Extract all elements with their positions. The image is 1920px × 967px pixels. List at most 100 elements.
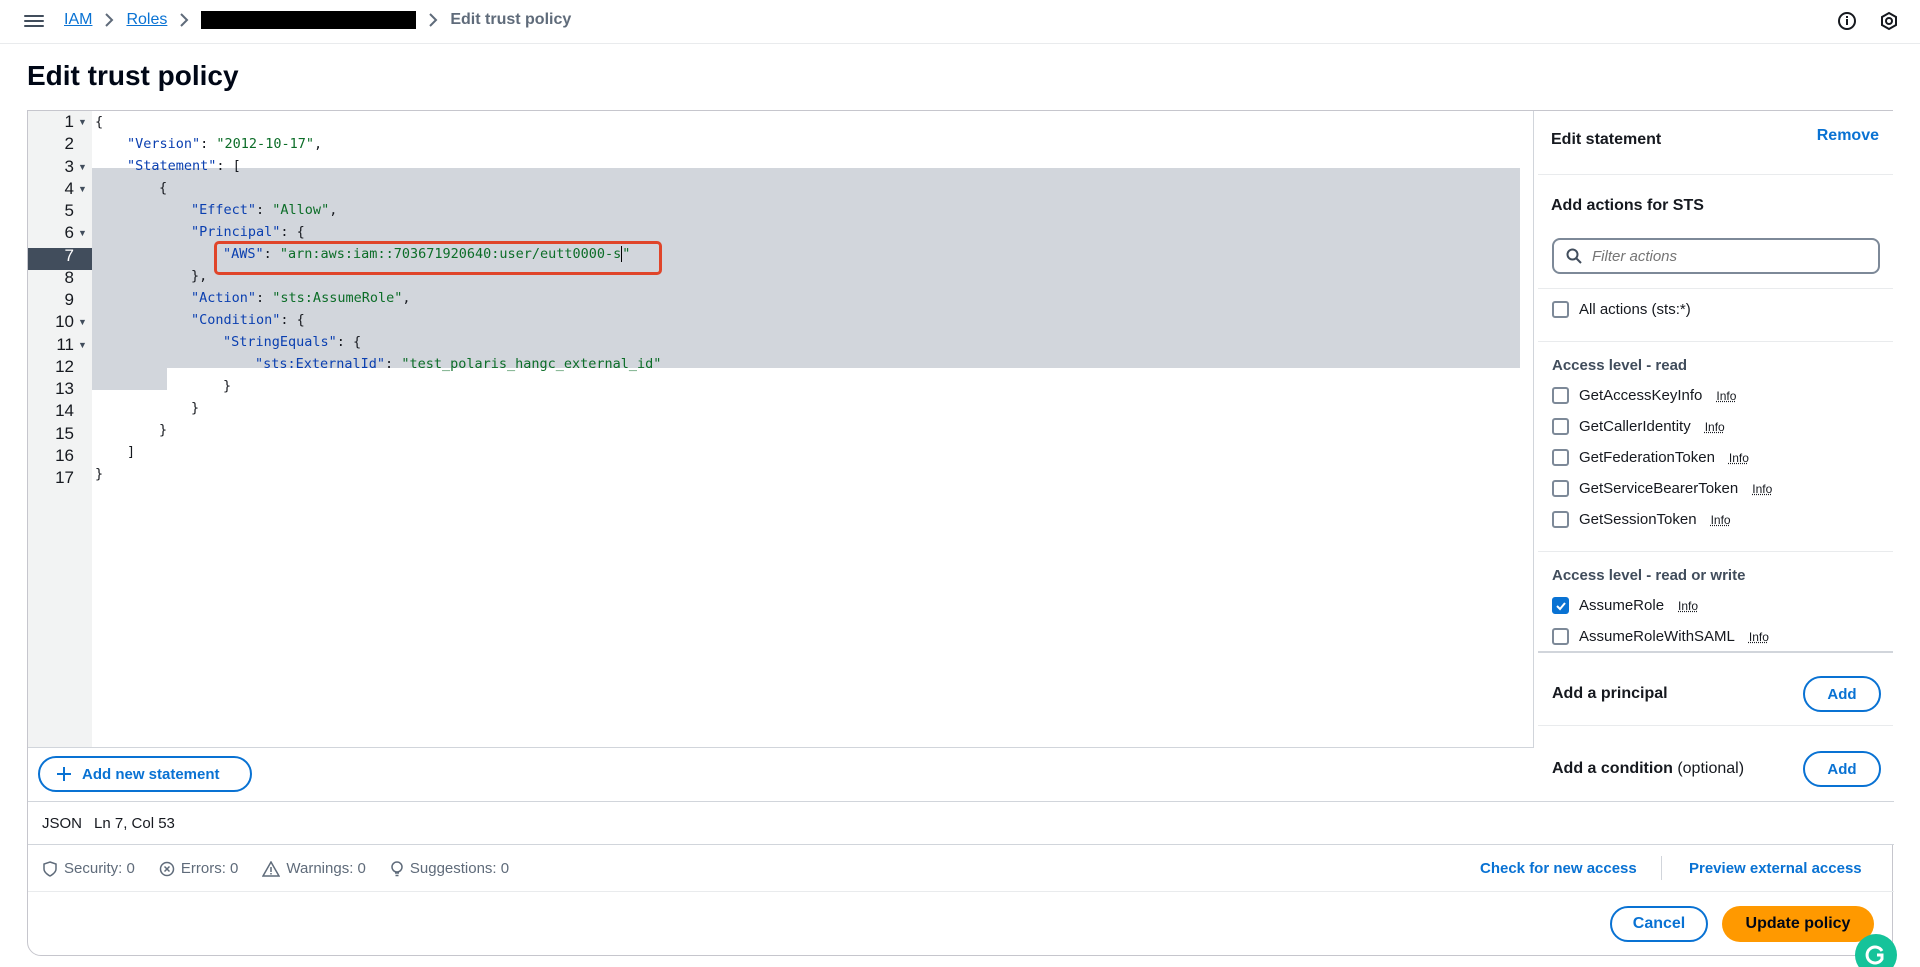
fold-toggle-icon[interactable]: ▼ (78, 178, 87, 200)
line-number: 5 (28, 200, 74, 222)
line-number: 6 (28, 222, 74, 244)
breadcrumb-role-redacted[interactable] (201, 11, 416, 29)
fold-toggle-icon[interactable]: ▼ (78, 222, 87, 244)
page-title: Edit trust policy (27, 60, 239, 92)
action-option[interactable]: GetFederationToken Info (1552, 449, 1749, 466)
menu-icon[interactable] (24, 12, 44, 30)
cursor-position: Ln 7, Col 53 (94, 815, 175, 832)
line-number: 16 (28, 445, 74, 467)
selection-highlight (92, 368, 167, 390)
line-number: 9 (28, 289, 74, 311)
action-label: GetFederationToken (1579, 449, 1715, 466)
line-number: 10 (28, 311, 74, 333)
action-option[interactable]: AssumeRoleWithSAML Info (1552, 628, 1769, 645)
action-label: GetCallerIdentity (1579, 418, 1691, 435)
edit-statement-panel: Edit statement Remove Add actions for ST… (1538, 111, 1893, 801)
editor-gutter: 1 ▼ 2 3 ▼ 4 ▼ 5 6 ▼ 7 8 9 10 ▼ 11 ▼ 12 13 14 15 16 17 (28, 111, 92, 747)
code-line: } (159, 419, 167, 441)
all-actions-option[interactable]: All actions (sts:*) (1552, 301, 1691, 318)
chevron-right-icon (104, 13, 114, 27)
info-icon[interactable] (1836, 10, 1858, 32)
checkbox[interactable] (1552, 511, 1569, 528)
code-line: } (223, 375, 231, 397)
checkbox[interactable] (1552, 418, 1569, 435)
line-number: 13 (28, 378, 74, 400)
breadcrumb-iam[interactable]: IAM (64, 11, 92, 29)
top-navigation: IAM Roles Edit trust policy (0, 0, 1920, 44)
code-line: "sts:ExternalId": "test_polaris_hangc_ex… (255, 353, 661, 375)
cancel-button[interactable]: Cancel (1610, 906, 1708, 942)
code-line: } (95, 463, 103, 485)
plus-icon (56, 766, 72, 782)
access-level-read-label: Access level - read (1552, 357, 1687, 374)
checkbox-checked[interactable] (1552, 597, 1569, 614)
code-line: "Condition": { (191, 309, 305, 331)
action-label: GetServiceBearerToken (1579, 480, 1738, 497)
action-option[interactable]: GetAccessKeyInfo Info (1552, 387, 1736, 404)
json-editor[interactable]: 1 ▼ 2 3 ▼ 4 ▼ 5 6 ▼ 7 8 9 10 ▼ 11 ▼ 12 13 14 15 16 17 { "Versi… (28, 111, 1534, 747)
info-link[interactable]: Info (1749, 630, 1769, 644)
security-findings[interactable]: Security: 0 (42, 860, 135, 877)
info-link[interactable]: Info (1752, 482, 1772, 496)
code-line: "Effect": "Allow", (191, 199, 337, 221)
line-number: 11 (28, 334, 74, 356)
check-new-access-link[interactable]: Check for new access (1480, 860, 1637, 877)
code-area[interactable]: { "Version": "2012-10-17", "Statement": … (92, 111, 1533, 747)
checkbox[interactable] (1552, 301, 1569, 318)
editor-status-bar: JSON Ln 7, Col 53 (28, 801, 1894, 845)
policy-editor-container: 1 ▼ 2 3 ▼ 4 ▼ 5 6 ▼ 7 8 9 10 ▼ 11 ▼ 12 13 14 15 16 17 { "Versi… (27, 110, 1893, 956)
checkbox[interactable] (1552, 628, 1569, 645)
lightbulb-icon (390, 861, 404, 877)
format-label: JSON (42, 815, 82, 832)
settings-icon[interactable] (1878, 10, 1900, 32)
line-number: 7 (28, 245, 74, 267)
code-line: "StringEquals": { (223, 331, 361, 353)
fold-toggle-icon[interactable]: ▼ (78, 111, 87, 133)
fold-toggle-icon[interactable]: ▼ (78, 334, 87, 356)
panel-title: Edit statement (1551, 131, 1661, 149)
checkbox[interactable] (1552, 387, 1569, 404)
suggestion-findings[interactable]: Suggestions: 0 (390, 860, 509, 877)
update-policy-button[interactable]: Update policy (1722, 906, 1874, 942)
action-option[interactable]: GetServiceBearerToken Info (1552, 480, 1772, 497)
add-condition-label: Add a condition (optional) (1552, 760, 1744, 778)
add-new-statement-label: Add new statement (82, 766, 220, 783)
line-number: 8 (28, 267, 74, 289)
info-link[interactable]: Info (1716, 389, 1736, 403)
checkbox[interactable] (1552, 480, 1569, 497)
info-link[interactable]: Info (1711, 513, 1731, 527)
access-level-read-write-label: Access level - read or write (1552, 567, 1745, 584)
code-line: { (95, 111, 103, 133)
info-link[interactable]: Info (1678, 599, 1698, 613)
code-line: } (191, 397, 199, 419)
all-actions-label: All actions (sts:*) (1579, 301, 1691, 318)
preview-external-access-link[interactable]: Preview external access (1689, 860, 1862, 877)
remove-statement-link[interactable]: Remove (1817, 127, 1879, 145)
checkbox[interactable] (1552, 449, 1569, 466)
breadcrumb-roles[interactable]: Roles (126, 11, 167, 29)
error-icon (159, 861, 175, 877)
code-line: ] (127, 441, 135, 463)
action-option[interactable]: GetSessionToken Info (1552, 511, 1731, 528)
actions-title: Add actions for STS (1551, 197, 1704, 215)
filter-actions-input[interactable] (1592, 248, 1862, 265)
add-principal-button[interactable]: Add (1803, 676, 1881, 712)
filter-actions-field[interactable] (1552, 238, 1880, 274)
add-new-statement-button[interactable]: Add new statement (38, 756, 252, 792)
action-label: GetAccessKeyInfo (1579, 387, 1702, 404)
fold-toggle-icon[interactable]: ▼ (78, 311, 87, 333)
search-icon (1566, 248, 1582, 264)
action-label: GetSessionToken (1579, 511, 1697, 528)
warning-findings[interactable]: Warnings: 0 (262, 860, 365, 877)
fold-toggle-icon[interactable]: ▼ (78, 156, 87, 178)
error-findings[interactable]: Errors: 0 (159, 860, 239, 877)
info-link[interactable]: Info (1729, 451, 1749, 465)
checkmark-icon (1555, 600, 1567, 612)
action-label: AssumeRole (1579, 597, 1664, 614)
action-label: AssumeRoleWithSAML (1579, 628, 1735, 645)
action-option[interactable]: AssumeRole Info (1552, 597, 1698, 614)
code-line: }, (191, 265, 207, 287)
action-option[interactable]: GetCallerIdentity Info (1552, 418, 1725, 435)
info-link[interactable]: Info (1705, 420, 1725, 434)
add-condition-button[interactable]: Add (1803, 751, 1881, 787)
